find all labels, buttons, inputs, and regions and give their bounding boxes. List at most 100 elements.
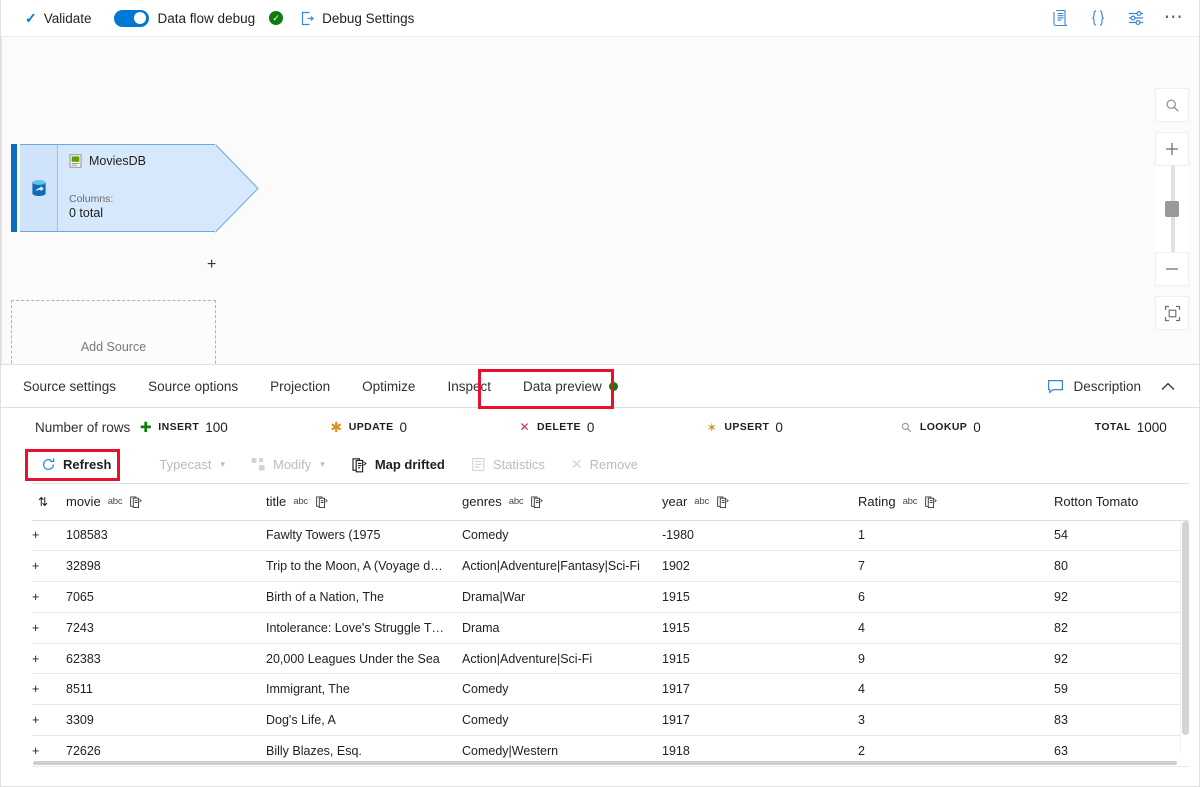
validate-button[interactable]: ✓ Validate: [19, 4, 98, 32]
table-row[interactable]: + 108583 Fawlty Towers (1975 Comedy -198…: [32, 520, 1189, 552]
stat-value: 0: [775, 419, 783, 435]
row-marker: +: [32, 612, 66, 644]
tab-optimize[interactable]: Optimize: [346, 365, 431, 407]
debug-settings-icon[interactable]: [299, 10, 316, 27]
cell-year: 1915: [662, 581, 858, 613]
column-header-year[interactable]: year abc: [662, 484, 858, 521]
zoom-out-button[interactable]: [1155, 252, 1189, 286]
settings-tab-bar: Source settings Source options Projectio…: [1, 365, 1199, 409]
cell-movie: 8511: [66, 673, 266, 706]
cell-movie: 32898: [66, 550, 266, 583]
source-node-columns: Columns: 0 total: [69, 193, 113, 222]
column-name: movie: [66, 494, 101, 510]
scrollbar-thumb[interactable]: [1182, 521, 1189, 735]
number-of-rows-label: Number of rows: [35, 419, 131, 435]
cell-year: 1915: [662, 643, 858, 675]
cell-rating: 9: [858, 643, 1054, 675]
stat-key: LOOKUP: [919, 421, 968, 433]
columns-label: Columns:: [69, 193, 114, 206]
drifted-column-icon[interactable]: [530, 495, 544, 509]
column-header-rotton-tomato[interactable]: Rotton Tomato: [1054, 484, 1189, 521]
cell-title: Trip to the Moon, A (Voyage d…: [266, 550, 462, 583]
tab-source-options[interactable]: Source options: [132, 365, 254, 407]
cell-rating: 1: [858, 520, 1054, 552]
drifted-column-icon[interactable]: [924, 495, 938, 509]
column-header-genres[interactable]: genres abc: [462, 484, 662, 521]
tab-data-preview[interactable]: Data preview: [507, 365, 634, 407]
table-row[interactable]: + 3309 Dog's Life, A Comedy 1917 3 83: [32, 704, 1189, 737]
cell-tomato: 59: [1054, 673, 1189, 706]
ellipsis-icon[interactable]: ⋯: [1163, 7, 1185, 29]
description-label: Description: [1073, 378, 1141, 394]
stat-key: UPDATE: [348, 421, 394, 433]
chevron-down-icon: ▾: [320, 459, 325, 469]
column-header-title[interactable]: title abc: [266, 484, 462, 521]
cell-title: Dog's Life, A: [266, 704, 462, 737]
cell-tomato: 54: [1054, 520, 1189, 552]
column-type: abc: [107, 496, 123, 508]
tab-inspect[interactable]: Inspect: [431, 365, 507, 407]
drifted-column-icon[interactable]: [129, 495, 143, 509]
zoom-slider[interactable]: [1155, 166, 1189, 252]
column-header-movie[interactable]: movie abc: [66, 484, 266, 521]
row-marker: +: [32, 704, 66, 737]
cell-title: Immigrant, The: [266, 673, 462, 706]
add-source-placeholder[interactable]: Add Source: [11, 300, 216, 364]
add-downstream-button[interactable]: +: [207, 257, 216, 273]
toolbar-right-actions: ⋯: [1049, 7, 1185, 29]
data-flow-debug-toggle[interactable]: [113, 9, 149, 27]
fit-to-screen-icon[interactable]: [1155, 296, 1189, 330]
refresh-button[interactable]: Refresh: [32, 451, 120, 478]
tab-projection[interactable]: Projection: [254, 365, 346, 407]
column-header-rating[interactable]: Rating abc: [858, 484, 1054, 521]
table-row[interactable]: + 8511 Immigrant, The Comedy 1917 4 59: [32, 673, 1189, 706]
cell-year: -1980: [662, 520, 858, 552]
data-flow-designer: ✓ Validate Data flow debug ✓ Debug Setti…: [0, 0, 1200, 787]
stat-key: TOTAL: [1094, 421, 1131, 433]
row-stats-bar: Number of rows ✚ INSERT 100 ✱ UPDATE 0 ✕…: [1, 408, 1199, 446]
sort-icon[interactable]: ⇅: [32, 495, 48, 509]
tab-source-settings[interactable]: Source settings: [23, 365, 132, 407]
cell-movie: 62383: [66, 643, 266, 675]
settings-sliders-icon[interactable]: [1125, 7, 1147, 29]
drifted-column-icon[interactable]: [716, 495, 730, 509]
table-horizontal-scrollbar[interactable]: [33, 761, 1177, 765]
chevron-up-icon[interactable]: [1155, 382, 1181, 391]
zoom-in-button[interactable]: [1155, 132, 1189, 166]
remove-button: ✕ Remove: [562, 451, 647, 478]
cell-year: 1917: [662, 704, 858, 737]
stat-lookup: LOOKUP 0: [901, 420, 981, 435]
cell-genres: Comedy: [462, 673, 662, 706]
cell-genres: Action|Adventure|Fantasy|Sci-Fi: [462, 550, 662, 583]
sort-column-header[interactable]: ⇅: [32, 484, 66, 521]
code-braces-icon[interactable]: [1087, 7, 1109, 29]
table-row[interactable]: + 32898 Trip to the Moon, A (Voyage d… A…: [32, 550, 1189, 583]
table-vertical-scrollbar[interactable]: [1180, 521, 1189, 753]
check-icon: ✓: [25, 10, 37, 26]
cell-title: Fawlty Towers (1975: [266, 520, 462, 552]
data-preview-table[interactable]: ⇅ movie abc title abc genres abc year ab…: [32, 483, 1189, 771]
zoom-slider-thumb[interactable]: [1165, 201, 1179, 217]
column-name: Rotton Tomato: [1054, 494, 1139, 510]
drifted-column-icon[interactable]: [315, 495, 329, 509]
description-button[interactable]: Description: [1047, 379, 1141, 394]
search-icon[interactable]: [1155, 88, 1189, 122]
row-marker: +: [32, 550, 66, 583]
stat-insert: ✚ INSERT 100: [139, 420, 228, 435]
table-row[interactable]: + 62383 20,000 Leagues Under the Sea Act…: [32, 643, 1189, 675]
script-icon[interactable]: [1049, 7, 1071, 29]
table-row[interactable]: + 7243 Intolerance: Love's Struggle T… D…: [32, 612, 1189, 644]
stat-value: 1000: [1136, 419, 1167, 435]
add-source-label: Add Source: [80, 340, 147, 354]
stat-key: UPSERT: [724, 421, 770, 433]
debug-settings-button[interactable]: Debug Settings: [316, 4, 420, 32]
modify-label: Modify: [272, 457, 312, 472]
map-drifted-button[interactable]: Map drifted: [342, 451, 454, 478]
stat-upsert: ✶ UPSERT 0: [705, 419, 783, 435]
refresh-label: Refresh: [63, 457, 112, 472]
source-node-moviesdb[interactable]: MoviesDB Columns: 0 total: [11, 144, 216, 232]
table-row[interactable]: + 7065 Birth of a Nation, The Drama|War …: [32, 581, 1189, 613]
data-flow-canvas[interactable]: MoviesDB Columns: 0 total + Add Source: [1, 37, 1199, 365]
map-drifted-icon: [351, 457, 368, 473]
cell-genres: Action|Adventure|Sci-Fi: [462, 643, 662, 675]
